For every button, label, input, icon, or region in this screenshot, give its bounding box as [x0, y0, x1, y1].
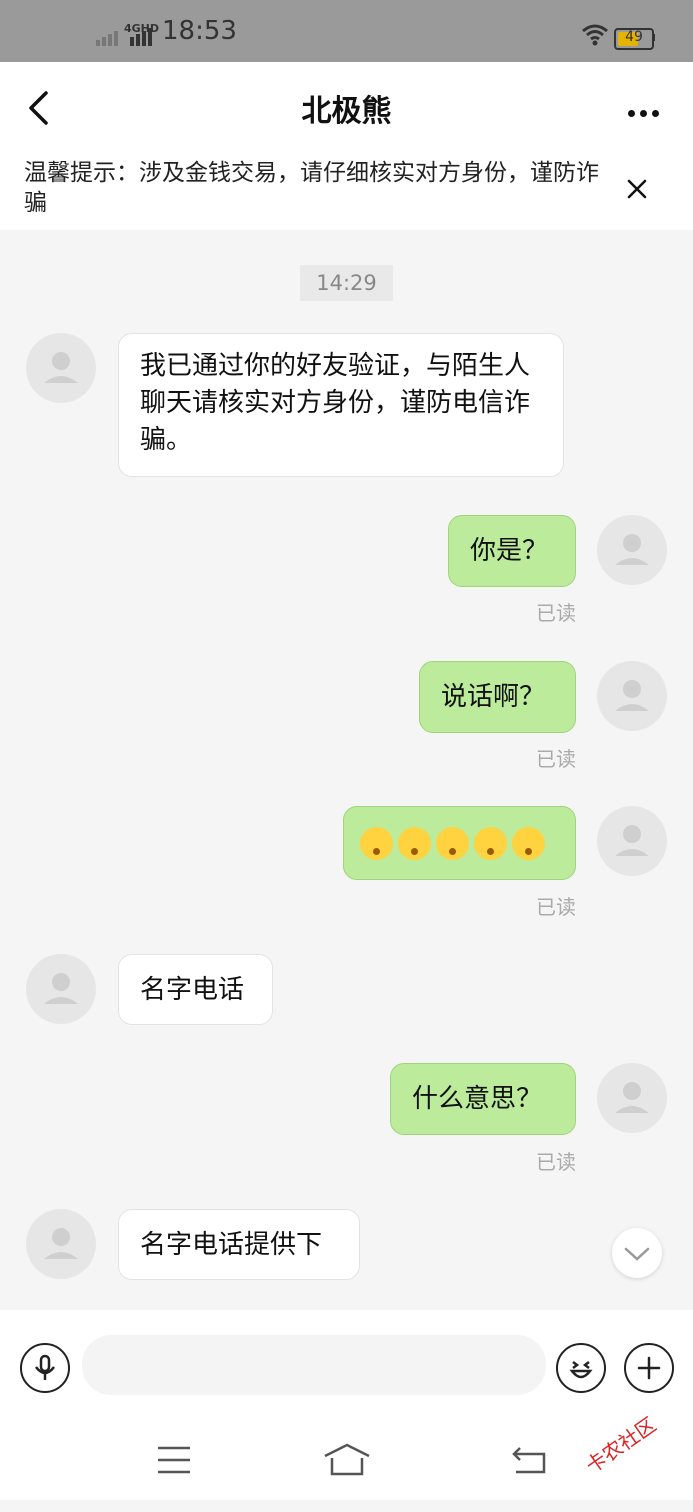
home-icon[interactable] — [322, 1442, 372, 1478]
status-bar: 4GHD 18:53 49 — [0, 0, 693, 62]
emoji-button[interactable] — [556, 1343, 606, 1393]
microphone-icon — [35, 1354, 55, 1380]
contact-avatar[interactable] — [26, 333, 96, 403]
confused-emoji-icon — [512, 827, 545, 860]
confused-emoji-icon — [474, 827, 507, 860]
user-icon — [615, 534, 649, 565]
read-status: 已读 — [536, 1150, 576, 1174]
read-status: 已读 — [536, 747, 576, 771]
contact-avatar[interactable] — [26, 1209, 96, 1279]
sent-message[interactable]: 你是？ — [448, 515, 576, 587]
received-message[interactable]: 我已通过你的好友验证，与陌生人聊天请核实对方身份，谨防电信诈骗。 — [118, 333, 564, 477]
message-input-bar — [0, 1310, 693, 1420]
my-avatar[interactable] — [597, 1063, 667, 1133]
warning-notice: 温馨提示：涉及金钱交易，请仔细核实对方身份，谨防诈骗 — [0, 152, 693, 230]
read-status: 已读 — [536, 895, 576, 919]
chevron-down-icon — [624, 1247, 650, 1261]
confused-emoji-icon — [436, 827, 469, 860]
scroll-to-bottom-button[interactable] — [612, 1228, 662, 1278]
page-title: 北极熊 — [301, 94, 392, 129]
menu-icon[interactable] — [156, 1444, 192, 1476]
voice-button[interactable] — [20, 1343, 70, 1393]
clock: 18:53 — [162, 16, 237, 46]
chat-header: 北极熊 — [0, 62, 693, 152]
sent-message[interactable]: 说话啊？ — [419, 661, 576, 733]
user-icon — [615, 1082, 649, 1113]
plus-icon — [637, 1356, 661, 1380]
back-nav-icon[interactable] — [510, 1444, 548, 1476]
user-icon — [44, 973, 78, 1004]
user-icon — [44, 352, 78, 383]
confused-emoji-icon — [360, 827, 393, 860]
sent-message[interactable]: 什么意思？ — [390, 1063, 576, 1135]
confused-emoji-icon — [398, 827, 431, 860]
battery-icon: 49 — [614, 28, 654, 50]
notice-text: 温馨提示：涉及金钱交易，请仔细核实对方身份，谨防诈骗 — [24, 160, 599, 216]
smiley-icon — [569, 1361, 593, 1379]
user-icon — [615, 825, 649, 856]
user-icon — [44, 1228, 78, 1259]
sent-emoji-message[interactable] — [343, 806, 576, 880]
network-type: 4GHD — [124, 22, 160, 35]
contact-avatar[interactable] — [26, 954, 96, 1024]
message-input[interactable] — [82, 1335, 546, 1395]
my-avatar[interactable] — [597, 806, 667, 876]
my-avatar[interactable] — [597, 515, 667, 585]
add-button[interactable] — [624, 1343, 674, 1393]
user-icon — [615, 680, 649, 711]
more-options-icon[interactable] — [628, 102, 668, 117]
battery-percent: 49 — [625, 29, 643, 45]
message-timestamp: 14:29 — [300, 265, 393, 301]
received-message[interactable]: 名字电话提供下 — [118, 1209, 360, 1280]
wifi-icon — [582, 24, 608, 46]
battery-tip — [652, 34, 655, 41]
close-icon[interactable] — [622, 174, 652, 204]
my-avatar[interactable] — [597, 661, 667, 731]
received-message[interactable]: 名字电话 — [118, 954, 273, 1025]
read-status: 已读 — [536, 601, 576, 625]
